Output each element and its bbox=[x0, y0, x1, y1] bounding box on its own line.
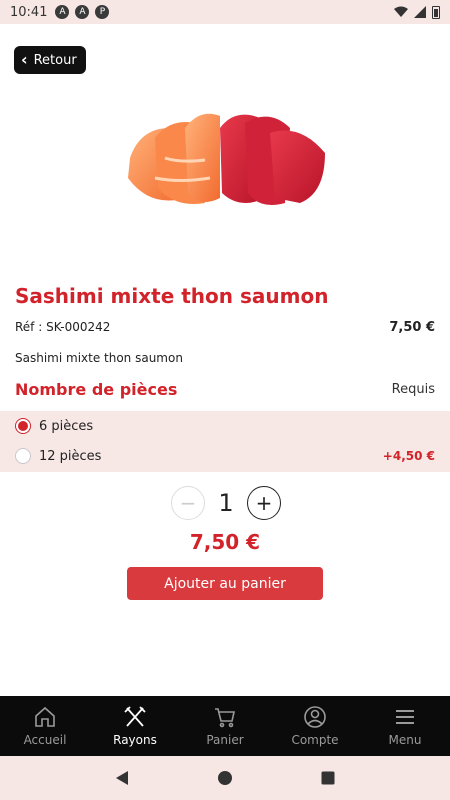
quantity-value: 1 bbox=[218, 489, 234, 517]
notification-icon: P bbox=[95, 5, 110, 19]
wifi-icon bbox=[394, 6, 408, 17]
nav-label: Accueil bbox=[23, 733, 67, 747]
radio-checked[interactable] bbox=[15, 418, 31, 434]
status-time: 10:41 bbox=[10, 4, 48, 20]
option-header: Nombre de pièces Requis bbox=[15, 380, 435, 399]
system-nav bbox=[0, 756, 450, 800]
home-icon bbox=[35, 706, 55, 727]
option-12-pieces[interactable]: 12 pièces +4,50 € bbox=[0, 441, 450, 471]
back-triangle-icon[interactable] bbox=[114, 770, 130, 786]
cart-icon bbox=[215, 708, 235, 728]
options-list: 6 pièces 12 pièces +4,50 € bbox=[0, 411, 450, 472]
nav-label: Menu bbox=[388, 733, 422, 747]
nav-item-accueil[interactable]: Accueil bbox=[0, 696, 90, 756]
battery-icon bbox=[432, 5, 440, 19]
product-description: Sashimi mixte thon saumon bbox=[15, 351, 183, 365]
required-label: Requis bbox=[391, 382, 435, 397]
notification-icon: A bbox=[55, 5, 70, 19]
option-6-pieces[interactable]: 6 pièces bbox=[0, 411, 450, 441]
ref-row: Réf : SK-000242 7,50 € bbox=[15, 320, 435, 335]
total-price: 7,50 € bbox=[189, 530, 261, 554]
minus-icon[interactable]: − bbox=[171, 486, 205, 520]
product-price: 7,50 € bbox=[389, 320, 435, 335]
option-label: 12 pièces bbox=[39, 448, 102, 464]
product-title: Sashimi mixte thon saumon bbox=[15, 284, 329, 308]
nav-label: Compte bbox=[291, 733, 339, 747]
option-label: 6 pièces bbox=[39, 418, 94, 434]
option-title: Nombre de pièces bbox=[15, 380, 178, 399]
home-circle-icon[interactable] bbox=[217, 770, 233, 786]
product-ref: Réf : SK-000242 bbox=[15, 320, 111, 334]
option-extra-price: +4,50 € bbox=[382, 449, 435, 463]
notification-icon: A bbox=[75, 5, 90, 19]
menu-icon bbox=[396, 710, 414, 724]
chevron-left-icon: ‹ bbox=[21, 50, 28, 69]
bottom-nav: Accueil Rayons Panier Compte Menu bbox=[0, 696, 450, 756]
status-bar: 10:41 A A P bbox=[0, 0, 450, 24]
product-image bbox=[128, 113, 325, 206]
plus-icon[interactable]: + bbox=[247, 486, 281, 520]
add-to-cart-button[interactable]: Ajouter au panier bbox=[127, 567, 323, 600]
radio-unchecked[interactable] bbox=[15, 448, 31, 464]
nav-item-rayons[interactable]: Rayons bbox=[90, 696, 180, 756]
nav-item-panier[interactable]: Panier bbox=[180, 696, 270, 756]
nav-label: Rayons bbox=[113, 733, 157, 747]
back-button[interactable]: ‹ Retour bbox=[14, 46, 86, 74]
quantity-stepper: − 1 + bbox=[171, 485, 281, 521]
recents-square-icon[interactable] bbox=[320, 770, 336, 786]
signal-icon bbox=[414, 6, 426, 18]
nav-label: Panier bbox=[206, 733, 244, 747]
nav-item-compte[interactable]: Compte bbox=[270, 696, 360, 756]
utensils-icon bbox=[124, 706, 146, 727]
back-button-label: Retour bbox=[33, 52, 77, 68]
nav-item-menu[interactable]: Menu bbox=[360, 696, 450, 756]
user-icon bbox=[304, 706, 326, 728]
